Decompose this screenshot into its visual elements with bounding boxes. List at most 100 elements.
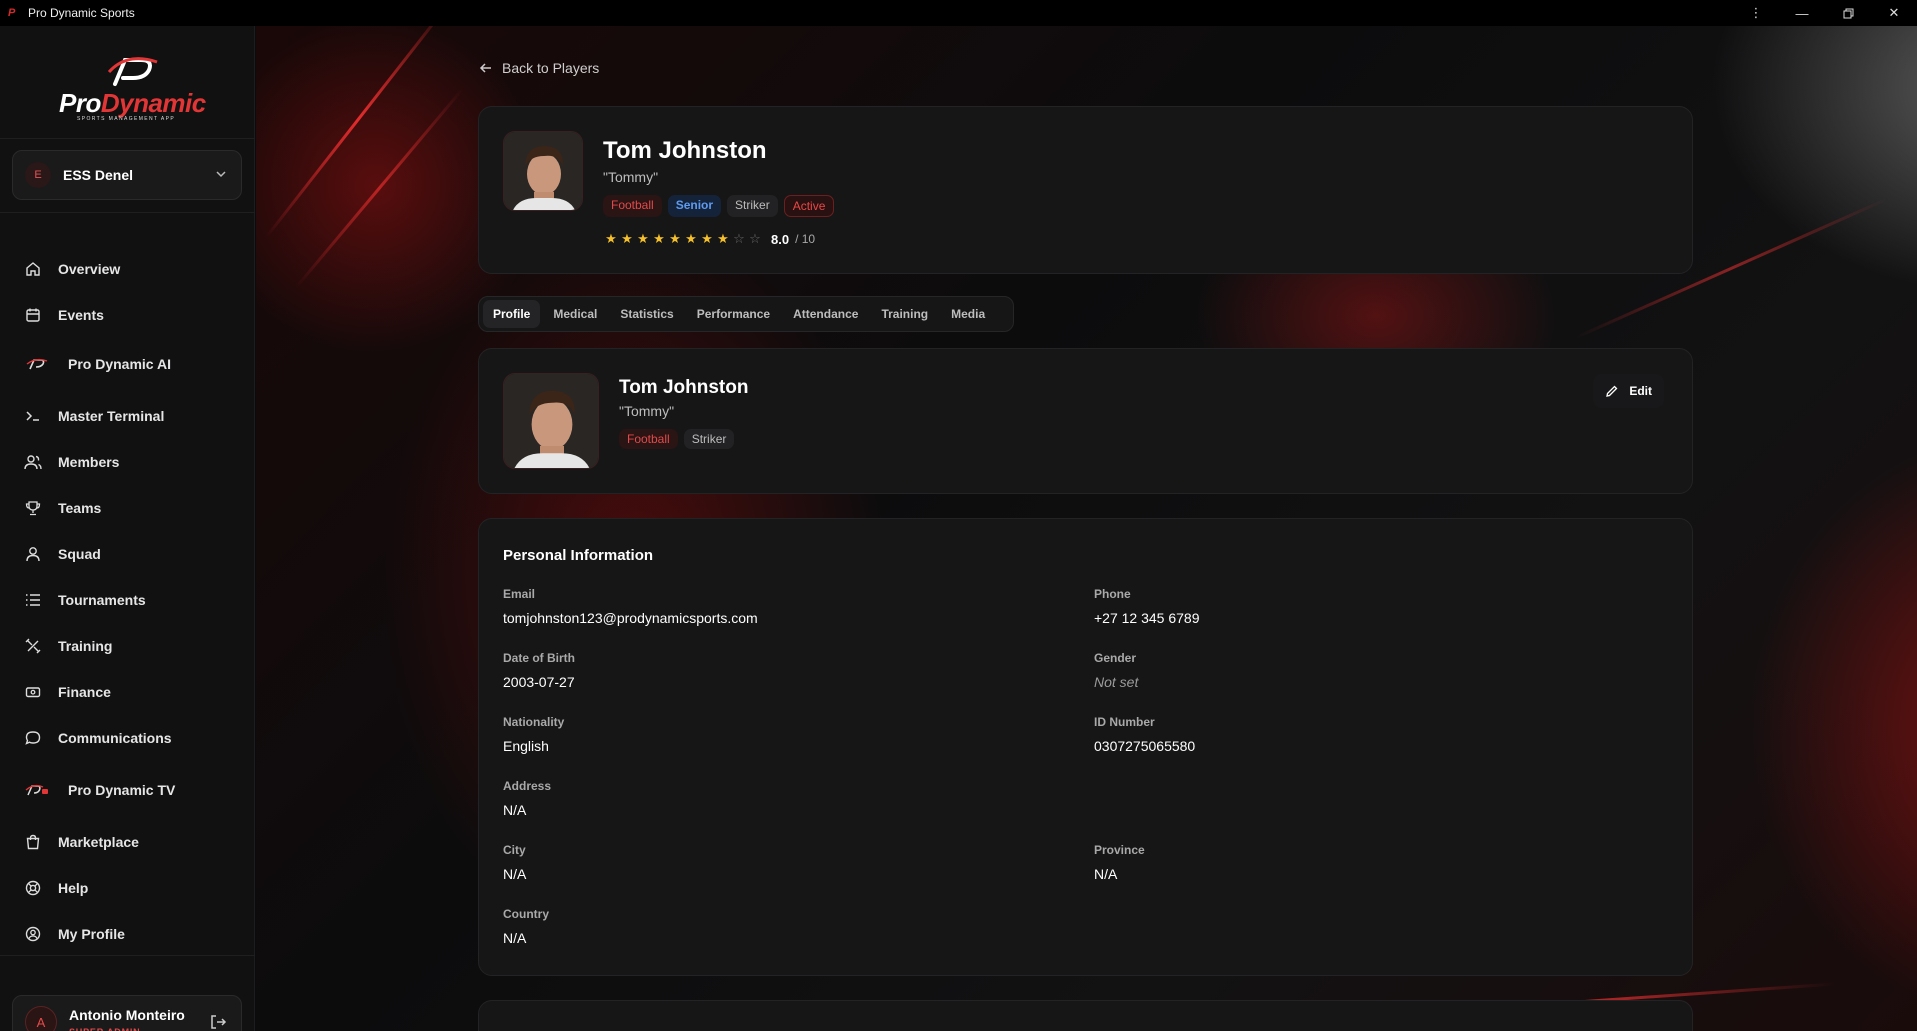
nav-label: Communications	[58, 730, 172, 746]
profile-tabs: Profile Medical Statistics Performance A…	[478, 296, 1014, 332]
back-to-players-link[interactable]: Back to Players	[478, 60, 599, 76]
tab-profile[interactable]: Profile	[483, 300, 541, 328]
close-button[interactable]: ✕	[1871, 0, 1917, 26]
nav-item-tournaments[interactable]: Tournaments	[12, 583, 242, 617]
shopping-bag-icon	[24, 833, 42, 851]
divider	[0, 138, 255, 139]
position-badge: Striker	[727, 195, 778, 217]
dob-label: Date of Birth	[503, 651, 575, 665]
category-badge: Senior	[667, 195, 722, 217]
province-value: N/A	[1094, 866, 1118, 882]
nav-item-events[interactable]: Events	[12, 298, 242, 332]
star-filled-icon: ★	[605, 231, 617, 246]
nav-label: Pro Dynamic TV	[68, 782, 176, 798]
email-value: tomjohnston123@prodynamicsports.com	[503, 610, 758, 626]
phone-label: Phone	[1094, 587, 1131, 601]
brand-mark-icon	[107, 57, 158, 86]
minimize-button[interactable]: —	[1779, 0, 1825, 26]
nav-item-training[interactable]: Training	[12, 629, 242, 663]
training-icon	[24, 637, 42, 655]
divider	[0, 212, 255, 213]
tab-medical[interactable]: Medical	[543, 300, 607, 328]
phone-value: +27 12 345 6789	[1094, 610, 1200, 626]
nav-item-my-profile[interactable]: My Profile	[12, 917, 242, 951]
brand-wordmark: ProDynamic	[59, 88, 206, 118]
chat-icon	[24, 729, 42, 747]
calendar-icon	[24, 306, 42, 324]
nav-item-teams[interactable]: Teams	[12, 491, 242, 525]
tab-media[interactable]: Media	[941, 300, 995, 328]
tab-statistics[interactable]: Statistics	[610, 300, 683, 328]
brand-logo[interactable]: ProDynamic SPORTS MANAGEMENT APP	[55, 54, 206, 124]
nav-item-finance[interactable]: Finance	[12, 675, 242, 709]
nav-label: Finance	[58, 684, 111, 700]
nationality-label: Nationality	[503, 715, 565, 729]
nav-item-communications[interactable]: Communications	[12, 721, 242, 755]
restore-button[interactable]	[1825, 0, 1871, 26]
rating-value: 8.0	[771, 231, 790, 247]
help-icon	[24, 879, 42, 897]
user-card[interactable]: A Antonio Monteiro SUPER ADMIN	[12, 995, 242, 1031]
nav-label: Pro Dynamic AI	[68, 356, 171, 372]
profile-badges: Football Striker	[619, 429, 740, 449]
tab-training[interactable]: Training	[871, 300, 938, 328]
back-label: Back to Players	[502, 60, 600, 76]
id-number-value: 0307275065580	[1094, 738, 1196, 754]
chevron-down-icon	[216, 171, 226, 178]
star-filled-icon: ★	[701, 231, 713, 246]
player-name: Tom Johnston	[603, 137, 767, 164]
organization-select[interactable]: E ESS Denel	[12, 150, 242, 200]
app-logo-icon: P	[8, 7, 16, 19]
terminal-icon	[24, 407, 42, 425]
nav-label: Events	[58, 307, 104, 323]
nav-item-pro-dynamic-ai[interactable]: Pro Dynamic AI	[12, 347, 242, 381]
title-bar: P Pro Dynamic Sports ⋮ — ✕	[0, 0, 1917, 26]
pd-logo-icon	[24, 355, 50, 373]
star-filled-icon: ★	[621, 231, 633, 246]
list-icon	[24, 591, 42, 609]
section-title: Personal Information	[503, 547, 654, 564]
dob-value: 2003-07-27	[503, 674, 575, 690]
tab-attendance[interactable]: Attendance	[783, 300, 868, 328]
nav-label: Marketplace	[58, 834, 139, 850]
nav-label: Training	[58, 638, 113, 654]
profile-photo	[503, 373, 599, 469]
decor-streak	[294, 87, 465, 289]
city-label: City	[503, 843, 526, 857]
star-filled-icon: ★	[653, 231, 665, 246]
nav-label: Tournaments	[58, 592, 146, 608]
nav-item-members[interactable]: Members	[12, 445, 242, 479]
nav-item-marketplace[interactable]: Marketplace	[12, 825, 242, 859]
window-title: Pro Dynamic Sports	[28, 6, 135, 20]
player-badges: Football Senior Striker Active	[603, 195, 840, 217]
sport-badge: Football	[619, 429, 678, 449]
province-label: Province	[1094, 843, 1145, 857]
star-empty-icon: ☆	[749, 231, 761, 246]
finance-icon	[24, 683, 42, 701]
nav-label: Help	[58, 880, 89, 896]
nav-item-overview[interactable]: Overview	[12, 252, 242, 286]
edit-button[interactable]: Edit	[1593, 374, 1664, 408]
more-options-icon[interactable]: ⋮	[1733, 0, 1779, 26]
nav-label: Squad	[58, 546, 101, 562]
logout-icon[interactable]	[209, 1013, 227, 1031]
nav-item-master-terminal[interactable]: Master Terminal	[12, 399, 242, 433]
user-role: SUPER ADMIN	[69, 1027, 140, 1031]
org-name: ESS Denel	[63, 167, 134, 183]
profile-icon	[24, 925, 42, 943]
address-value: N/A	[503, 802, 527, 818]
star-filled-icon: ★	[685, 231, 697, 246]
city-value: N/A	[503, 866, 527, 882]
email-label: Email	[503, 587, 536, 601]
profile-summary-card: Tom Johnston "Tommy" Football Striker Ed…	[478, 348, 1693, 494]
nav-item-squad[interactable]: Squad	[12, 537, 242, 571]
nav-item-pro-dynamic-tv[interactable]: Pro Dynamic TV	[12, 773, 242, 807]
members-icon	[24, 453, 42, 471]
user-name: Antonio Monteiro	[69, 1007, 185, 1023]
nav-item-help[interactable]: Help	[12, 871, 242, 905]
org-avatar: E	[25, 162, 51, 188]
user-icon	[24, 545, 42, 563]
tab-performance[interactable]: Performance	[687, 300, 780, 328]
player-header-card: Tom Johnston "Tommy" Football Senior Str…	[478, 106, 1693, 274]
arrow-left-icon	[479, 63, 491, 73]
